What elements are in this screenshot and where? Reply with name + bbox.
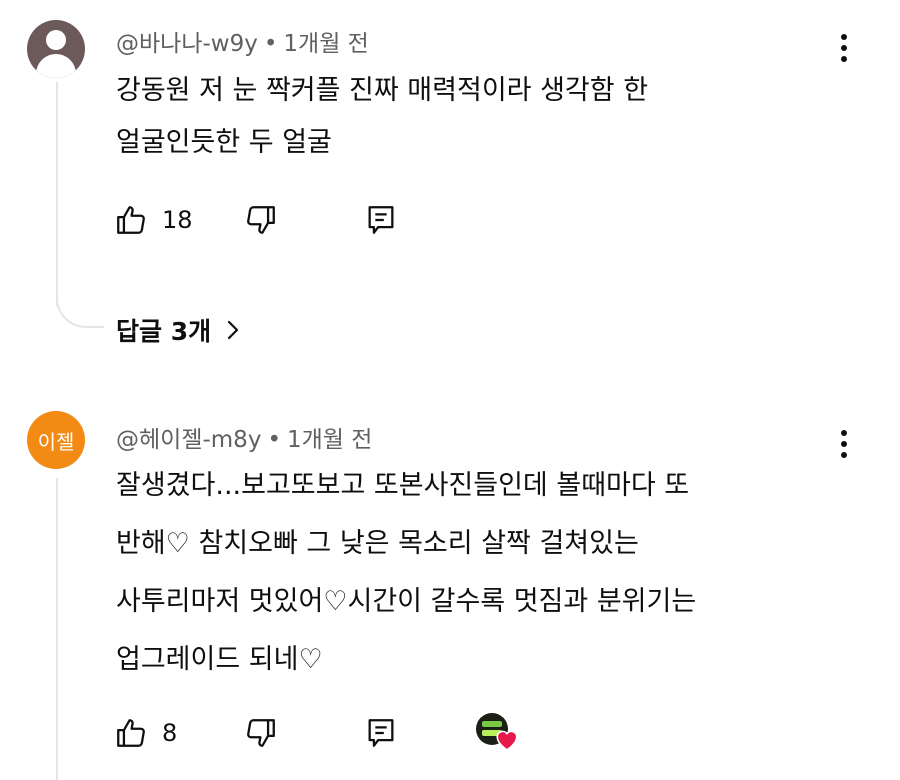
like-button[interactable]: 18: [114, 200, 193, 240]
thumbs-up-icon: [117, 719, 145, 747]
comment-item: 이젤 @헤이젤-m8y • 1개월 전 잘생겼다...보고또보고 또본사진들인데 볼…: [0, 390, 900, 780]
dislike-button[interactable]: [244, 713, 278, 753]
meta-separator: •: [263, 31, 278, 57]
avatar-head-shape: [46, 30, 66, 50]
avatar-body-shape: [36, 54, 76, 78]
comment-meta: @바나나-w9y • 1개월 전: [116, 24, 369, 58]
reply-button[interactable]: [364, 713, 398, 753]
more-options-icon[interactable]: [832, 30, 856, 66]
dislike-button[interactable]: [244, 200, 278, 240]
thumbs-up-icon: [117, 206, 145, 234]
comment-meta: @헤이젤-m8y • 1개월 전: [116, 420, 372, 454]
like-count: 8: [162, 719, 178, 747]
comment-actions: 18: [114, 200, 614, 240]
comment-item: @바나나-w9y • 1개월 전 강동원 저 눈 짝커플 진짜 매력적이라 생각함 …: [0, 0, 900, 390]
thumbs-down-icon: [247, 206, 275, 234]
comment-author[interactable]: @바나나-w9y: [116, 31, 258, 57]
like-button[interactable]: 8: [114, 713, 177, 753]
like-count: 18: [162, 206, 193, 234]
comment-time: 1개월 전: [287, 427, 373, 453]
meta-separator: •: [267, 427, 282, 453]
more-options-icon[interactable]: [832, 426, 856, 462]
avatar-label: 이젤: [37, 429, 75, 454]
comment-time: 1개월 전: [283, 31, 369, 57]
comment-actions: 8: [114, 713, 614, 753]
replies-label: 답글 3개: [116, 317, 212, 346]
avatar[interactable]: 이젤: [27, 411, 85, 469]
thread-connector: [56, 276, 104, 328]
replies-toggle[interactable]: 답글 3개: [116, 312, 241, 348]
avatar[interactable]: [27, 20, 85, 78]
comment-text-line: 업그레이드 되네♡: [116, 644, 323, 675]
comment-text-line: 사투리마저 멋있어♡시간이 갈수록 멋짐과 분위기는: [116, 586, 697, 617]
creator-heart-icon: [476, 713, 522, 755]
reply-button[interactable]: [364, 200, 398, 240]
thread-line: [56, 478, 58, 780]
thumbs-down-icon: [247, 719, 275, 747]
comment-text-line: 잘생겼다...보고또보고 또본사진들인데 볼때마다 또: [116, 470, 690, 501]
chevron-right-icon: [228, 320, 239, 340]
comment-text-line: 얼굴인듯한 두 얼굴: [116, 127, 332, 158]
thread-line: [56, 82, 58, 306]
comment-text-line: 반해♡ 참치오빠 그 낮은 목소리 살짝 걸쳐있는: [116, 528, 639, 559]
comment-text-line: 강동원 저 눈 짝커플 진짜 매력적이라 생각함 한: [116, 75, 649, 106]
heart-icon: [496, 730, 518, 751]
reply-icon: [368, 719, 394, 747]
reply-icon: [368, 206, 394, 234]
comment-author[interactable]: @헤이젤-m8y: [116, 427, 261, 453]
